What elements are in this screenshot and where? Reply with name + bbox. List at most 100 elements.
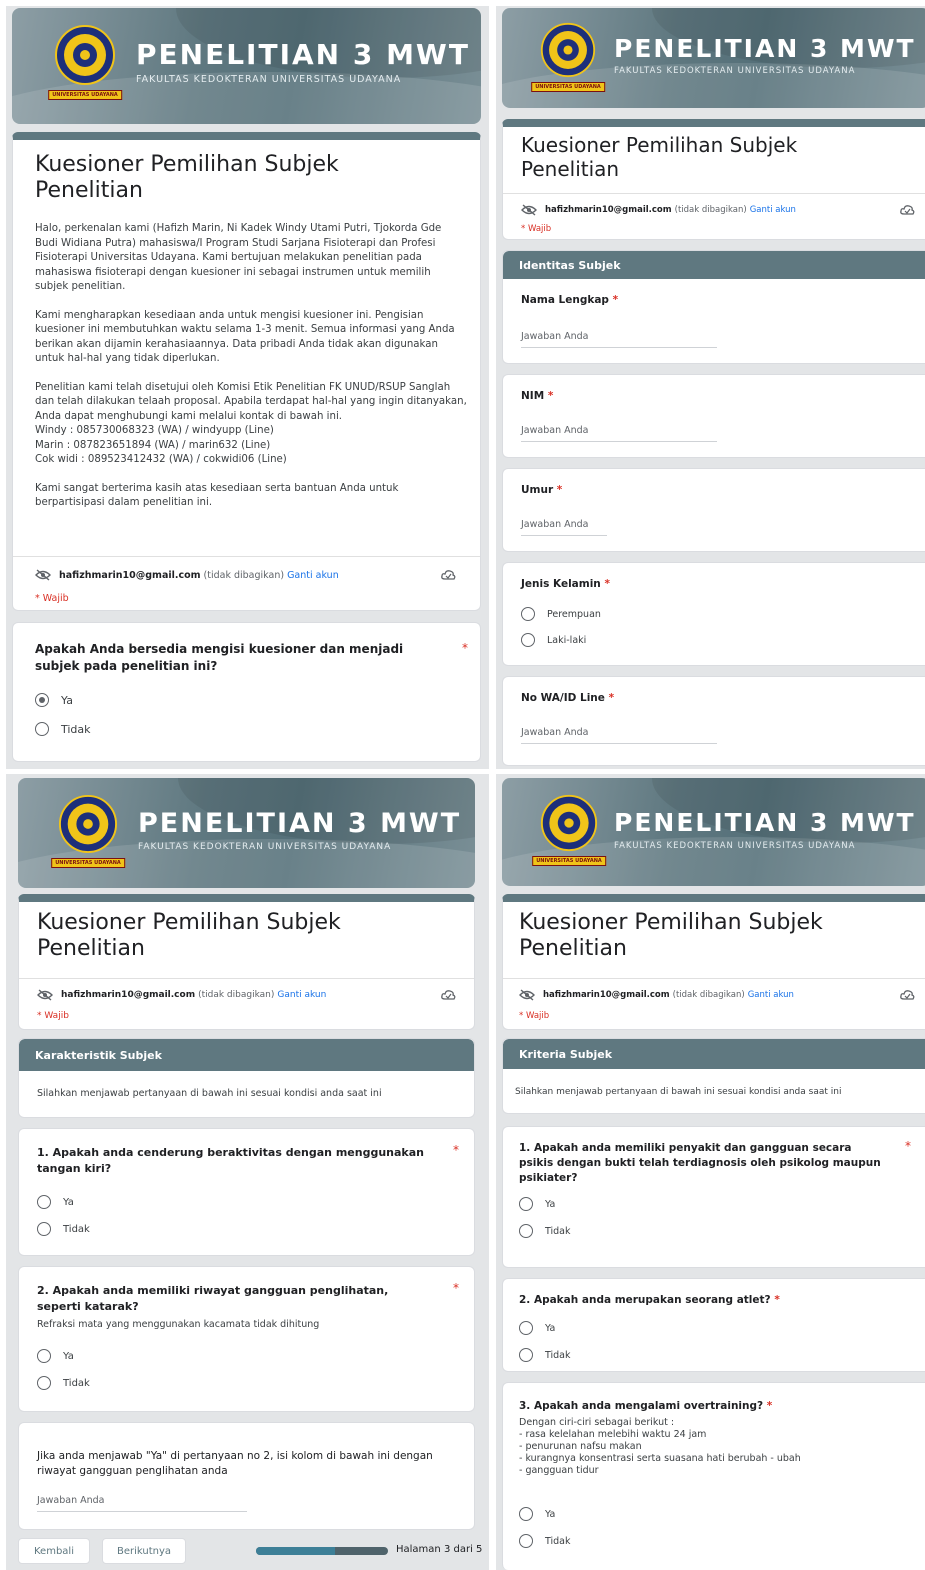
account-line: hafizhmarin10@gmail.com (tidak dibagikan… [37,989,326,1001]
account-email: hafizhmarin10@gmail.com [545,205,672,215]
visibility-off-icon [519,989,535,1001]
switch-account-link[interactable]: Ganti akun [277,990,326,1000]
account-line: hafizhmarin10@gmail.com (tidak dibagikan… [519,989,794,1001]
form-title-line2: Penelitian [35,178,143,203]
banner-title: PENELITIAN 3 MWT [614,808,916,837]
answer-input[interactable]: Jawaban Anda [37,1495,247,1512]
form-header-card: Kuesioner Pemilihan Subjek Penelitian Ha… [12,132,481,611]
option-label: Tidak [545,1225,571,1237]
radio-unchecked-icon[interactable] [519,1321,533,1335]
banner-title: PENELITIAN 3 MWT [614,34,916,63]
option-tidak[interactable]: Tidak [35,722,91,736]
switch-account-link[interactable]: Ganti akun [750,205,796,215]
option-label: Ya [61,693,73,707]
visibility-off-icon [521,204,537,216]
switch-account-link[interactable]: Ganti akun [287,570,339,581]
required-marker: * [766,1400,773,1412]
option-tidak[interactable]: Tidak [519,1534,571,1548]
radio-unchecked-icon[interactable] [519,1507,533,1521]
header-banner: UNIVERSITAS UDAYANA PENELITIAN 3 MWT FAK… [18,778,475,888]
section-instruction: Silahkan menjawab pertanyaan di bawah in… [515,1087,842,1097]
account-not-shared: (tidak dibagikan) [203,569,285,581]
radio-unchecked-icon[interactable] [519,1348,533,1362]
required-note: * Wajib [519,1011,550,1021]
required-marker: * [905,1139,911,1153]
radio-unchecked-icon[interactable] [521,607,535,621]
radio-unchecked-icon[interactable] [37,1222,51,1236]
option-ya[interactable]: Ya [519,1197,555,1211]
answer-input[interactable]: Jawaban Anda [521,425,717,442]
form-title-line2: Penelitian [37,936,145,961]
header-banner: UNIVERSITAS UDAYANA PENELITIAN 3 MWT FAK… [502,8,925,108]
account-bar: hafizhmarin10@gmail.com (tidak dibagikan… [503,978,925,1029]
option-ya[interactable]: Ya [519,1321,555,1335]
radio-unchecked-icon[interactable] [37,1195,51,1209]
next-button[interactable]: Berikutnya [102,1538,186,1564]
option-tidak[interactable]: Tidak [37,1376,90,1390]
radio-checked-icon[interactable] [35,693,49,707]
radio-unchecked-icon[interactable] [519,1197,533,1211]
question-text: 2. Apakah anda memiliki riwayat gangguan… [37,1284,389,1313]
radio-unchecked-icon[interactable] [519,1224,533,1238]
account-bar: hafizhmarin10@gmail.com (tidak dibagikan… [503,193,925,239]
logo-emblem-icon [540,794,598,852]
form-title: Kuesioner Pemilihan Subjek Penelitian [37,910,341,962]
option-tidak[interactable]: Tidak [519,1224,571,1238]
option-tidak[interactable]: Tidak [37,1222,90,1236]
radio-unchecked-icon[interactable] [519,1534,533,1548]
form-title: Kuesioner Pemilihan Subjek Penelitian [521,133,797,181]
option-label: Tidak [63,1377,90,1389]
option-ya[interactable]: Ya [37,1195,74,1209]
option-ya[interactable]: Ya [37,1349,74,1363]
logo-caption: UNIVERSITAS UDAYANA [532,856,606,866]
description-ethics: Penelitian kami telah disetujui oleh Kom… [35,381,467,468]
form-title-line2: Penelitian [521,157,620,181]
answer-input[interactable]: Jawaban Anda [521,519,607,536]
switch-account-link[interactable]: Ganti akun [748,990,794,1000]
account-line: hafizhmarin10@gmail.com (tidak dibagikan… [521,204,796,216]
field-label-text: Umur [521,484,554,496]
banner-subtitle: FAKULTAS KEDOKTERAN UNIVERSITAS UDAYANA [614,66,856,76]
section-header: Identitas Subjek [503,251,925,279]
answer-input[interactable]: Jawaban Anda [521,331,717,348]
radio-unchecked-icon[interactable] [521,633,535,647]
help-line: Dengan ciri-ciri sebagai berikut : [519,1417,675,1428]
option-perempuan[interactable]: Perempuan [521,607,601,621]
field-label-text: NIM [521,390,545,402]
required-marker: * [604,578,610,590]
field-card-no-wa: No WA/ID Line * Jawaban Anda [502,676,925,766]
university-logo: UNIVERSITAS UDAYANA [48,24,122,100]
option-tidak[interactable]: Tidak [519,1348,571,1362]
question-label: 2. Apakah anda merupakan seorang atlet? [519,1294,771,1306]
logo-caption: UNIVERSITAS UDAYANA [48,90,122,100]
help-line: - kurangnya konsentrasi serta suasana ha… [519,1453,801,1464]
answer-input[interactable]: Jawaban Anda [521,727,717,744]
back-button[interactable]: Kembali [18,1538,90,1564]
option-label: Ya [545,1198,556,1210]
question-card-3: Jika anda menjawab "Ya" di pertanyaan no… [18,1422,475,1530]
consent-question-card: Apakah Anda bersedia mengisi kuesioner d… [12,622,481,762]
banner-subtitle: FAKULTAS KEDOKTERAN UNIVERSITAS UDAYANA [614,841,856,851]
account-bar: hafizhmarin10@gmail.com (tidak dibagikan… [13,556,480,610]
option-laki-laki[interactable]: Laki-laki [521,633,586,647]
field-label: Nama Lengkap * [521,293,618,308]
option-label: Tidak [545,1535,571,1547]
option-ya[interactable]: Ya [35,693,73,707]
section-header: Kriteria Subjek [503,1039,925,1069]
visibility-off-icon [37,989,53,1001]
help-line: - gangguan tidur [519,1465,599,1476]
question-text: Jika anda menjawab "Ya" di pertanyaan no… [37,1450,433,1477]
radio-unchecked-icon[interactable] [37,1376,51,1390]
help-line: - rasa kelelahan melebihi waktu 24 jam [519,1429,707,1440]
cloud-saved-icon [900,990,915,1000]
option-ya[interactable]: Ya [519,1507,555,1521]
header-banner: UNIVERSITAS UDAYANA PENELITIAN 3 MWT FAK… [502,778,925,886]
consent-question: Apakah Anda bersedia mengisi kuesioner d… [35,642,404,673]
radio-unchecked-icon[interactable] [37,1349,51,1363]
account-not-shared: (tidak dibagikan) [672,990,745,1000]
logo-caption: UNIVERSITAS UDAYANA [531,82,605,92]
radio-unchecked-icon[interactable] [35,722,49,736]
form-page-3: UNIVERSITAS UDAYANA PENELITIAN 3 MWT FAK… [6,774,489,1570]
option-label: Perempuan [547,608,601,620]
banner-title: PENELITIAN 3 MWT [136,38,470,71]
